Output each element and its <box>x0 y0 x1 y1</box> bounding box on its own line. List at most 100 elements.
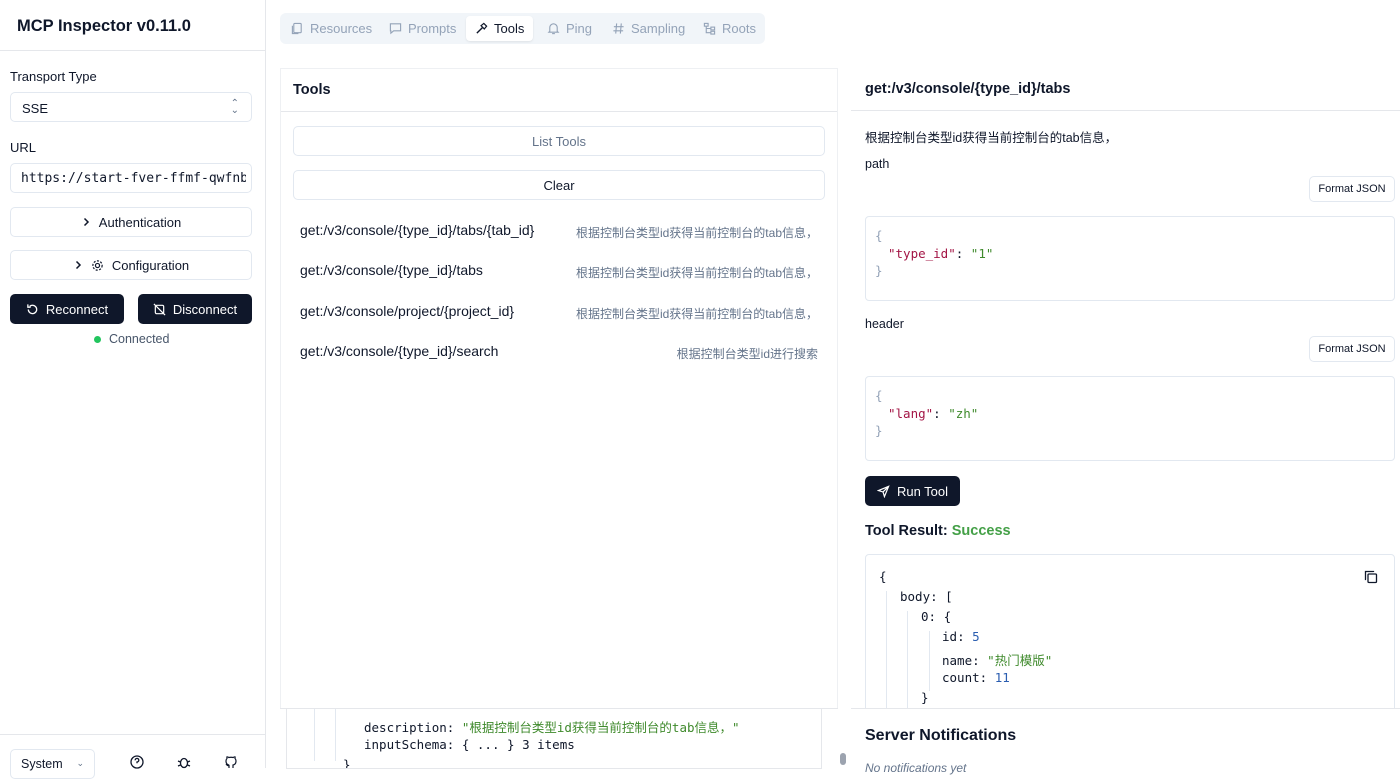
reconnect-button[interactable]: Reconnect <box>10 294 124 324</box>
tool-result-title: Tool Result: Success <box>865 523 1011 539</box>
tool-detail-title: get:/v3/console/{type_id}/tabs <box>851 68 1400 111</box>
sidebar-header: MCP Inspector v0.11.0 <box>0 0 265 51</box>
tool-name: get:/v3/console/{type_id}/search <box>300 343 499 359</box>
json-line: count: 11 <box>942 670 1010 685</box>
json-key: count <box>942 670 980 685</box>
tab-tools[interactable]: Tools <box>466 16 534 41</box>
path-label: path <box>865 157 890 171</box>
tool-list-item[interactable]: get:/v3/console/{type_id}/search 根据控制台类型… <box>300 343 818 363</box>
transport-type-value: SSE <box>22 101 49 116</box>
json-key: "lang" <box>888 405 934 421</box>
send-icon <box>876 484 890 498</box>
tab-label: Tools <box>494 21 525 36</box>
json-key: body <box>900 589 931 604</box>
url-label: URL <box>10 140 37 155</box>
run-tool-label: Run Tool <box>896 483 949 499</box>
json-line: inputSchema: { ... } 3 items <box>364 737 575 752</box>
json-key: id <box>942 629 958 644</box>
tool-list-item[interactable]: get:/v3/console/{type_id}/tabs/{tab_id} … <box>300 222 818 242</box>
authentication-button[interactable]: Authentication <box>10 207 252 237</box>
tool-description: 根据控制台类型id获得当前控制台的tab信息， <box>575 307 818 321</box>
tree-icon <box>703 22 716 35</box>
json-open-brace: { <box>875 228 883 243</box>
tool-result-status: Success <box>951 523 1011 539</box>
indent-guide <box>335 709 336 761</box>
transport-type-select[interactable]: SSE ⌃ ⌄ <box>10 92 252 122</box>
json-line: name: "热门模版" <box>942 653 1053 668</box>
path-json-editor[interactable]: { "type_id": "1" } <box>865 216 1395 301</box>
configuration-button[interactable]: Configuration <box>10 250 252 280</box>
json-value: 11 <box>994 670 1010 685</box>
disconnect-button[interactable]: Disconnect <box>138 294 252 324</box>
tab-label: Prompts <box>408 21 457 36</box>
configuration-label: Configuration <box>111 257 190 273</box>
theme-select[interactable]: System ⌄ <box>10 749 95 779</box>
tool-list-item[interactable]: get:/v3/console/project/{project_id} 根据控… <box>300 303 818 323</box>
tab-label: Roots <box>722 21 756 36</box>
json-line: "lang": "zh" <box>888 405 979 421</box>
json-line: "type_id": "1" <box>888 245 994 261</box>
tools-panel: Tools List Tools Clear get:/v3/console/{… <box>280 68 838 708</box>
tool-result-viewer: { body: [ 0: { id: 5 name: "热门模版" count:… <box>865 554 1395 714</box>
server-notifications-panel: Server Notifications No notifications ye… <box>851 708 1400 775</box>
run-tool-button[interactable]: Run Tool <box>865 476 960 506</box>
url-input[interactable]: https://start-fver-ffmf-qwfnbia <box>10 163 252 193</box>
copy-icon[interactable] <box>1364 570 1378 584</box>
json-line: } <box>343 757 351 769</box>
format-json-button[interactable]: Format JSON <box>1309 176 1395 202</box>
json-line: 0: { <box>921 609 952 624</box>
json-close-brace: } <box>875 263 883 278</box>
tab-label: Resources <box>310 21 373 36</box>
tool-list-item[interactable]: get:/v3/console/{type_id}/tabs 根据控制台类型id… <box>300 262 818 282</box>
header-json-editor[interactable]: { "lang": "zh" } <box>865 376 1395 461</box>
format-json-button[interactable]: Format JSON <box>1309 336 1395 362</box>
no-notifications-text: No notifications yet <box>865 761 967 775</box>
sidebar-footer: System ⌄ <box>0 734 265 779</box>
github-icon[interactable] <box>224 755 238 769</box>
json-line: { <box>879 569 887 584</box>
tab-prompts[interactable]: Prompts <box>380 16 465 41</box>
tool-name: get:/v3/console/project/{project_id} <box>300 303 515 319</box>
bug-icon[interactable] <box>177 755 191 769</box>
transport-type-label: Transport Type <box>10 69 97 84</box>
indent-guide <box>907 611 908 713</box>
scrollbar-handle[interactable] <box>840 753 846 765</box>
disconnect-label: Disconnect <box>172 301 238 317</box>
rotate-ccw-icon <box>27 303 38 314</box>
tab-resources[interactable]: Resources <box>282 16 381 41</box>
json-key: name <box>942 653 973 668</box>
status-dot-icon <box>94 335 101 343</box>
chevron-right-icon <box>75 260 81 270</box>
bell-icon <box>547 23 560 35</box>
chevron-up-down-icon: ⌃ ⌄ <box>230 98 239 116</box>
json-value: "1" <box>970 245 994 261</box>
indent-guide <box>314 709 315 761</box>
tool-description: 根据控制台类型id进行搜索 <box>676 347 818 361</box>
json-value: "根据控制台类型id获得当前控制台的tab信息，" <box>461 720 740 735</box>
list-tools-button[interactable]: List Tools <box>293 126 825 156</box>
tool-result-label: Tool Result: <box>865 523 948 539</box>
tab-label: Sampling <box>631 21 686 36</box>
json-line: id: 5 <box>942 629 980 644</box>
tool-name: get:/v3/console/{type_id}/tabs/{tab_id} <box>300 222 535 238</box>
json-value: "热门模版" <box>987 653 1053 668</box>
tab-roots[interactable]: Roots <box>694 16 765 41</box>
history-json-viewer: description: "根据控制台类型id获得当前控制台的tab信息，" i… <box>286 709 822 769</box>
authentication-label: Authentication <box>98 214 182 230</box>
tool-description: 根据控制台类型id获得当前控制台的tab信息， <box>575 266 818 280</box>
gear-icon <box>92 259 103 271</box>
clear-button[interactable]: Clear <box>293 170 825 200</box>
help-icon[interactable] <box>130 755 144 769</box>
json-key: description <box>364 720 447 735</box>
tab-label: Ping <box>566 21 593 36</box>
connection-status: Connected <box>94 332 169 346</box>
json-open-brace: { <box>875 388 883 403</box>
tab-ping[interactable]: Ping <box>538 16 601 41</box>
json-value: 5 <box>972 629 980 644</box>
header-label: header <box>865 317 904 331</box>
tools-panel-title: Tools <box>281 69 837 112</box>
unplug-icon <box>153 303 166 315</box>
tab-sampling[interactable]: Sampling <box>603 16 694 41</box>
json-key: 0 <box>921 609 929 624</box>
json-line: description: "根据控制台类型id获得当前控制台的tab信息，" <box>364 720 740 735</box>
